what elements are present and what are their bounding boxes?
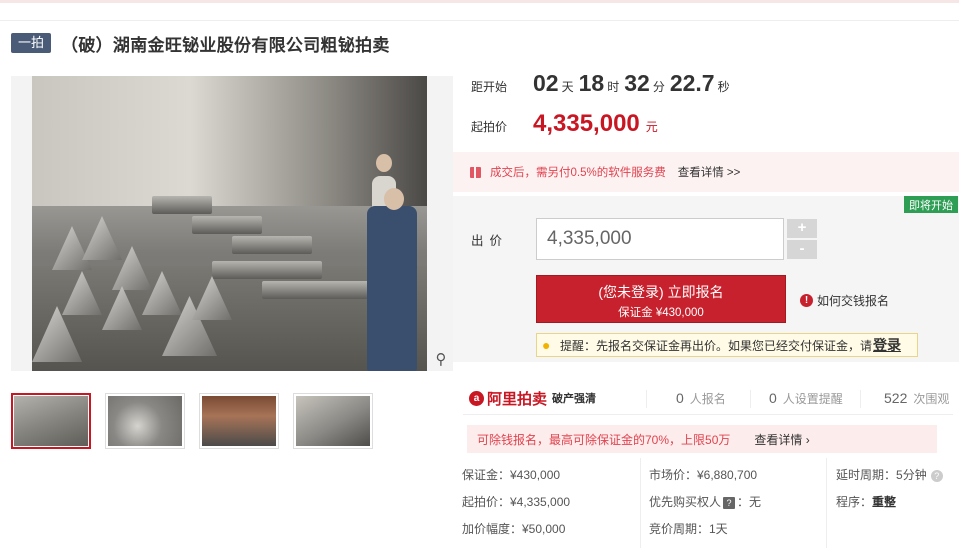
deduct-details-link[interactable]: 查看详情 › — [754, 431, 809, 448]
deduct-text: 可除钱报名，最高可除保证金的70%，上限50万 — [477, 432, 731, 447]
signup-deposit-label: 保证金 ¥430,000 — [618, 307, 704, 319]
info-icon: ! — [800, 294, 813, 307]
delay-label: 延时周期： — [836, 468, 897, 482]
start-price: 起拍价 4,335,000 元 — [471, 110, 658, 138]
start-price-label: 起拍价 — [471, 120, 508, 134]
login-link[interactable]: 登录 — [873, 335, 901, 355]
how-to-pay-label: 如何交钱报名 — [817, 294, 890, 308]
how-to-pay-link[interactable]: ! 如何交钱报名 — [800, 292, 889, 309]
service-fee-details-link[interactable]: 查看详情 >> — [678, 164, 741, 180]
deduct-notice: 可除钱报名，最高可除保证金的70%，上限50万 查看详情 › — [467, 425, 937, 453]
preemptive-detail: 优先购买权人? ：无 — [649, 493, 761, 510]
procedure-label: 程序： — [836, 495, 873, 509]
magnifier-icon[interactable]: ⚲ — [431, 349, 451, 369]
increment-detail: 加价幅度：¥50,000 — [462, 522, 566, 536]
reminder-text: 提醒：先报名交保证金再出价。如果您已经交付保证金，请 — [560, 338, 873, 353]
page-title: （破）湖南金旺铋业股份有限公司粗铋拍卖 — [61, 35, 390, 55]
bid-box: 即将开始 出价 4,335,000 + - (您未登录) 立即报名 保证金 ¥4… — [453, 196, 959, 362]
ali-logo-icon: a — [469, 390, 484, 406]
top-accent-bar — [0, 0, 959, 3]
procedure-detail: 程序：重整 — [836, 493, 896, 510]
gift-icon — [470, 166, 481, 178]
bid-amount-input[interactable]: 4,335,000 — [536, 218, 784, 260]
ali-auction-logo: a 阿里拍卖 破产强清 — [469, 388, 596, 409]
start-price-value: 4,335,000 — [533, 110, 640, 137]
preemptive-label: 优先购买权人 — [649, 495, 722, 509]
header-divider — [0, 20, 959, 21]
logo-text: 阿里拍卖 — [487, 390, 548, 408]
status-badge: 即将开始 — [904, 196, 958, 213]
main-product-image[interactable]: ⚲ — [11, 76, 453, 371]
procedure-value[interactable]: 重整 — [872, 495, 896, 509]
stats-divider — [463, 414, 953, 415]
countdown-hours: 18 — [578, 70, 605, 96]
reminder-count-label: 人设置提醒 — [782, 391, 843, 406]
view-count-label: 次围观 — [913, 391, 950, 406]
preemptive-icon[interactable]: ? — [723, 497, 736, 509]
thumbnail[interactable] — [105, 393, 185, 449]
auction-round-tag: 一拍 — [11, 33, 52, 53]
preemptive-value: ：无 — [737, 495, 762, 509]
countdown-days-unit: 天 — [561, 80, 574, 94]
service-fee-text: 成交后，需另付0.5%的软件服务费 — [490, 167, 666, 179]
auction-photo — [32, 76, 427, 371]
start-price-unit: 元 — [645, 120, 658, 134]
deposit-detail: 保证金：¥430,000 — [462, 468, 561, 482]
service-fee-notice: 成交后，需另付0.5%的软件服务费 查看详情 >> — [453, 152, 959, 192]
login-reminder: ● 提醒：先报名交保证金再出价。如果您已经交付保证金，请 登录 — [536, 333, 918, 357]
delay-value: 5分钟 — [896, 468, 927, 482]
delay-detail: 延时周期：5分钟? — [836, 466, 943, 483]
countdown-minutes: 32 — [624, 70, 650, 96]
signup-count-label: 人报名 — [689, 391, 726, 406]
countdown: 距开始 02 天 18 时 32 分 22.7 秒 — [471, 70, 735, 97]
increase-bid-button[interactable]: + — [787, 219, 817, 238]
reminder-count: 0 人设置提醒 — [769, 390, 843, 407]
auction-title-row: 一拍 （破）湖南金旺铋业股份有限公司粗铋拍卖 — [11, 32, 390, 55]
signup-button[interactable]: (您未登录) 立即报名 保证金 ¥430,000 — [536, 275, 786, 323]
thumbnail-strip — [11, 393, 373, 449]
view-count-value: 522 — [884, 389, 908, 406]
thumbnail[interactable] — [11, 393, 91, 449]
start-price-detail: 起拍价：¥4,335,000 — [462, 495, 571, 509]
thumbnail[interactable] — [199, 393, 279, 449]
bid-label: 出价 — [471, 234, 509, 248]
lightbulb-icon: ● — [542, 336, 551, 353]
signup-count: 0 人报名 — [676, 390, 726, 407]
countdown-days: 02 — [533, 70, 559, 96]
help-icon[interactable]: ? — [930, 470, 943, 482]
logo-subtitle: 破产强清 — [552, 393, 597, 405]
countdown-minutes-unit: 分 — [652, 80, 665, 94]
market-price-detail: 市场价：¥6,880,700 — [649, 468, 758, 482]
auction-stats: a 阿里拍卖 破产强清 0 人报名 0 人设置提醒 522 次围观 — [469, 383, 955, 413]
reminder-count-value: 0 — [769, 389, 777, 406]
cycle-detail: 竞价周期：1天 — [649, 522, 728, 536]
countdown-seconds: 22.7 — [669, 70, 715, 96]
countdown-hours-unit: 时 — [607, 80, 620, 94]
signup-count-value: 0 — [676, 389, 684, 406]
thumbnail[interactable] — [293, 393, 373, 449]
countdown-label: 距开始 — [471, 80, 508, 94]
decrease-bid-button[interactable]: - — [787, 240, 817, 259]
view-count: 522 次围观 — [884, 390, 949, 407]
countdown-seconds-unit: 秒 — [717, 80, 730, 94]
signup-button-label: (您未登录) 立即报名 — [598, 284, 724, 300]
